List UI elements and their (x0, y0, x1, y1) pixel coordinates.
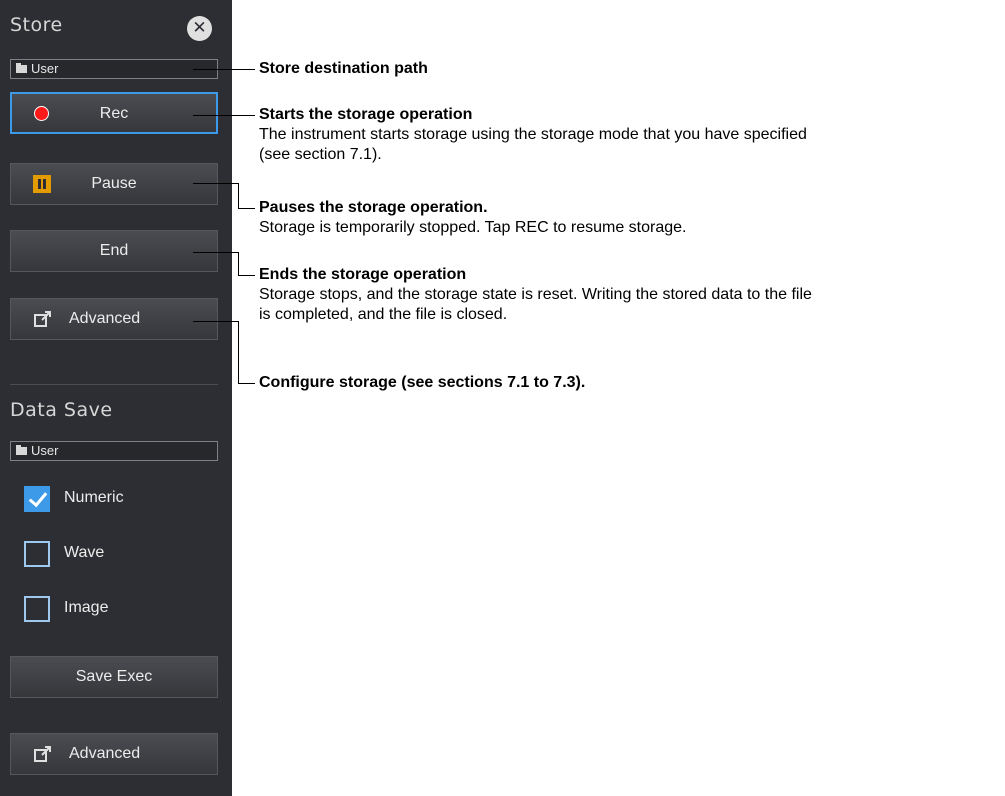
numeric-checkbox[interactable] (24, 486, 50, 512)
annotation-end: Ends the storage operation Storage stops… (259, 265, 812, 325)
end-button[interactable]: End (10, 230, 218, 272)
external-window-icon (34, 746, 51, 762)
store-destination-path[interactable]: User (10, 59, 218, 79)
callout-line-end-h (238, 275, 255, 276)
divider (10, 384, 218, 385)
annotation-advanced-title: Configure storage (see sections 7.1 to 7… (259, 374, 586, 391)
wave-checkbox[interactable] (24, 541, 50, 567)
pause-button[interactable]: Pause (10, 163, 218, 205)
annotation-pause-line1: Storage is temporarily stopped. Tap REC … (259, 219, 687, 236)
annotation-pause: Pauses the storage operation. Storage is… (259, 198, 686, 238)
annotation-path-title: Store destination path (259, 60, 428, 77)
annotation-rec-line1: The instrument starts storage using the … (259, 126, 807, 143)
end-label: End (99, 242, 129, 259)
annotation-rec: Starts the storage operation The instrum… (259, 105, 807, 165)
image-label: Image (64, 599, 109, 616)
annotation-path: Store destination path (259, 59, 428, 79)
callout-line-end (193, 252, 239, 253)
callout-line-advanced-h (238, 383, 255, 384)
callout-line-end-v (238, 252, 239, 276)
numeric-label: Numeric (64, 489, 124, 506)
annotation-end-line2: is completed, and the file is closed. (259, 306, 508, 323)
wave-label: Wave (64, 544, 105, 561)
pause-label: Pause (91, 175, 137, 192)
store-title: Store (10, 14, 63, 36)
store-path-label: User (31, 61, 59, 76)
annotation-end-title: Ends the storage operation (259, 266, 467, 283)
rec-button[interactable]: Rec (10, 92, 218, 134)
annotation-rec-title: Starts the storage operation (259, 106, 473, 123)
data-save-title: Data Save (10, 399, 113, 421)
folder-icon (16, 63, 27, 73)
data-save-advanced-button[interactable]: Advanced (10, 733, 218, 775)
close-icon[interactable]: ✕ (187, 16, 212, 41)
store-panel: Store ✕ User Rec Pause End Advanced Data… (0, 0, 232, 796)
save-exec-button[interactable]: Save Exec (10, 656, 218, 698)
callout-line-rec (193, 115, 255, 116)
annotation-advanced: Configure storage (see sections 7.1 to 7… (259, 373, 585, 393)
callout-line-pause-v (238, 183, 239, 209)
external-window-icon (34, 311, 51, 327)
annotation-rec-line2: (see section 7.1). (259, 146, 382, 163)
store-advanced-button[interactable]: Advanced (10, 298, 218, 340)
callout-line-pause (193, 183, 239, 184)
folder-icon (16, 445, 27, 455)
callout-line-advanced-v (238, 321, 239, 384)
data-save-path[interactable]: User (10, 441, 218, 461)
rec-label: Rec (99, 105, 129, 122)
data-save-advanced-label: Advanced (69, 745, 141, 762)
callout-line-pause-h (238, 208, 255, 209)
image-checkbox[interactable] (24, 596, 50, 622)
annotation-end-line1: Storage stops, and the storage state is … (259, 286, 812, 303)
store-advanced-label: Advanced (69, 310, 141, 327)
data-save-path-label: User (31, 443, 59, 458)
annotation-pause-title: Pauses the storage operation. (259, 199, 488, 216)
callout-line-advanced (193, 321, 239, 322)
save-exec-label: Save Exec (75, 668, 153, 685)
callout-line-path (193, 69, 255, 70)
